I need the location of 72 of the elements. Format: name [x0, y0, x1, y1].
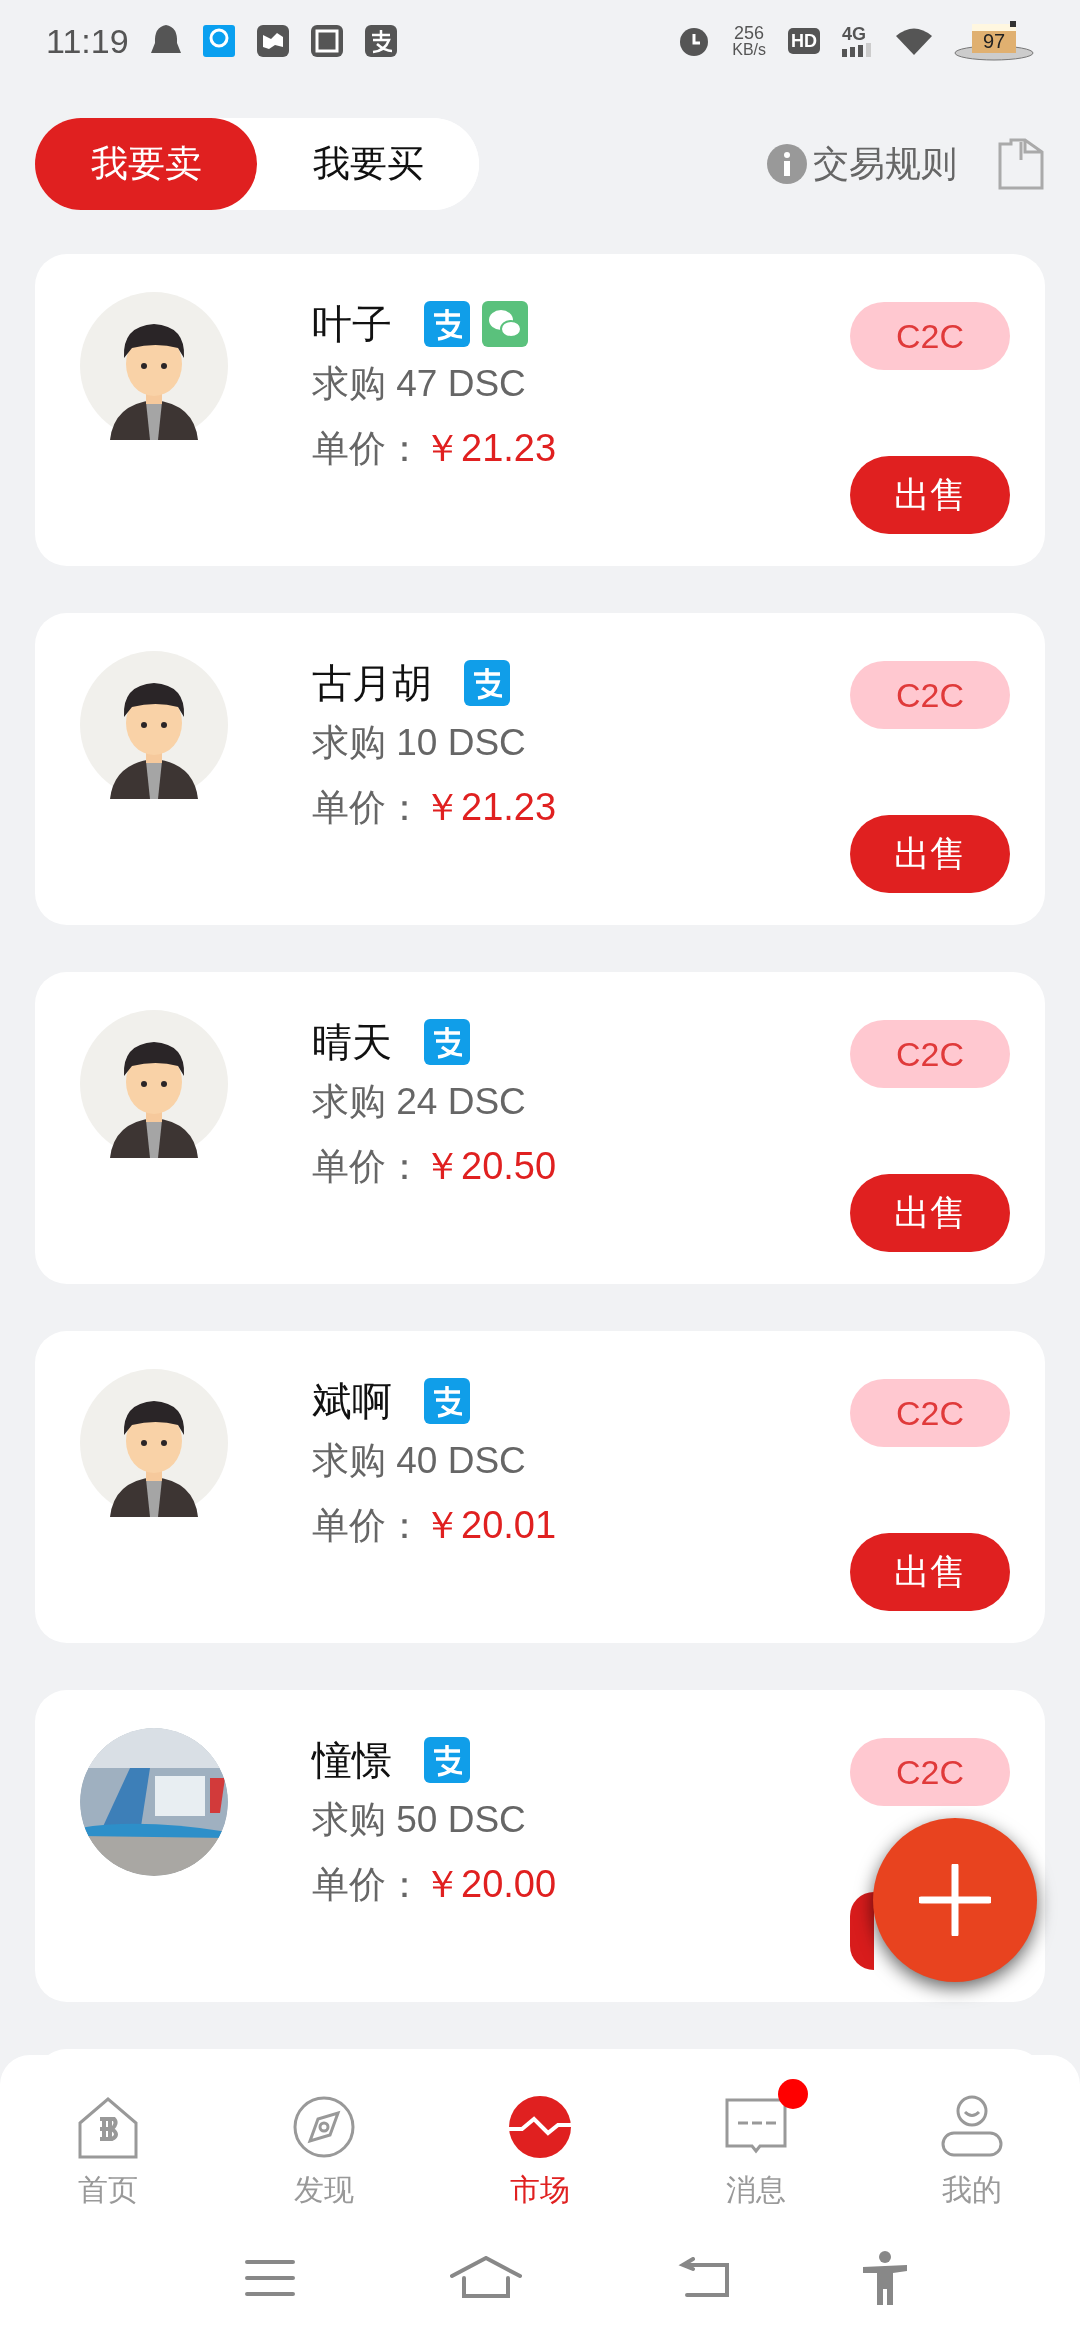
accessibility-icon[interactable]	[861, 2250, 909, 2305]
network-label: 4G	[842, 25, 867, 43]
tab[interactable]: 我要卖	[35, 118, 257, 210]
nav-tab[interactable]: 市场	[432, 2075, 648, 2212]
amount-text: 求购 24 DSC	[312, 1080, 527, 1124]
price-value: ￥21.23	[423, 426, 557, 472]
nav-tab[interactable]: 发现	[216, 2075, 432, 2212]
price-label: 单价：	[312, 1863, 423, 1908]
wifi-icon	[896, 27, 932, 55]
order-card[interactable]: 叶子 求购 47 DSC 单价：￥21.23 C2C 出售	[35, 254, 1045, 566]
app-icon	[256, 25, 289, 57]
alarm-icon	[678, 25, 711, 57]
order-card[interactable]: 古月胡 求购 10 DSC 单价：￥21.23 C2C 出售	[35, 613, 1045, 925]
order-card[interactable]: 斌啊 求购 40 DSC 单价：￥20.01 C2C 出售	[35, 1331, 1045, 1643]
nav-tab[interactable]: 消息	[648, 2075, 864, 2212]
payment-icon	[424, 1737, 470, 1783]
price-label: 单价：	[312, 786, 423, 831]
payment-icon	[464, 660, 510, 706]
price-label: 单价：	[312, 427, 423, 472]
nav-tab[interactable]: 我的	[864, 2075, 1080, 2212]
user-name: 斌啊	[312, 1378, 392, 1425]
sell-button[interactable]: 出售	[850, 1533, 1010, 1611]
person-icon	[940, 2095, 1004, 2159]
rules-link[interactable]: 交易规则	[767, 137, 957, 191]
amount-text: 求购 47 DSC	[312, 362, 527, 406]
price-value: ￥20.50	[423, 1144, 557, 1190]
status-time: 11:19	[46, 20, 129, 62]
c2c-tag: C2C	[850, 661, 1010, 729]
app-icon	[310, 25, 343, 57]
user-name: 憧憬	[312, 1737, 392, 1784]
order-card[interactable]: 憧憬 求购 50 DSC 单价：￥20.00 C2C	[35, 1690, 1045, 2002]
battery-level: 97	[980, 31, 1008, 51]
market-icon	[508, 2095, 572, 2159]
price-label: 单价：	[312, 1504, 423, 1549]
c2c-tag: C2C	[850, 1379, 1010, 1447]
sell-button[interactable]: 出售	[850, 456, 1010, 534]
app-icon	[364, 25, 397, 57]
sell-button[interactable]: 出售	[850, 1174, 1010, 1252]
sell-button[interactable]	[850, 1892, 874, 1970]
speed-unit: KB/s	[732, 42, 766, 58]
order-card[interactable]: 晴天 求购 24 DSC 单价：￥20.50 C2C 出售	[35, 972, 1045, 1284]
clipboard-icon[interactable]	[997, 138, 1045, 190]
payment-icon	[424, 301, 470, 347]
plus-icon	[919, 1864, 991, 1936]
price-value: ￥20.00	[423, 1862, 557, 1908]
c2c-tag: C2C	[850, 302, 1010, 370]
price-value: ￥20.01	[423, 1503, 557, 1549]
wechat-icon	[482, 301, 528, 347]
payment-icon	[424, 1019, 470, 1065]
amount-text: 求购 10 DSC	[312, 721, 527, 765]
payment-icon	[424, 1378, 470, 1424]
user-name: 古月胡	[312, 660, 432, 707]
compass-icon	[292, 2095, 356, 2159]
user-name: 晴天	[312, 1019, 392, 1066]
sell-button[interactable]: 出售	[850, 815, 1010, 893]
nav-tab[interactable]: 首页	[0, 2075, 216, 2212]
hd-label: HD	[788, 28, 820, 54]
home-icon[interactable]	[450, 2255, 522, 2300]
c2c-tag: C2C	[850, 1738, 1010, 1806]
price-value: ￥21.23	[423, 785, 557, 831]
back-icon[interactable]	[677, 2256, 731, 2299]
amount-text: 求购 50 DSC	[312, 1798, 527, 1842]
speed-value: 256	[734, 24, 765, 42]
info-icon	[767, 144, 807, 184]
menu-icon[interactable]	[245, 2257, 295, 2298]
price-label: 单价：	[312, 1145, 423, 1190]
amount-text: 求购 40 DSC	[312, 1439, 527, 1483]
c2c-tag: C2C	[850, 1020, 1010, 1088]
user-name: 叶子	[312, 301, 392, 348]
app-icon	[202, 25, 235, 57]
house-icon	[76, 2095, 140, 2159]
signal-icon	[842, 43, 874, 57]
